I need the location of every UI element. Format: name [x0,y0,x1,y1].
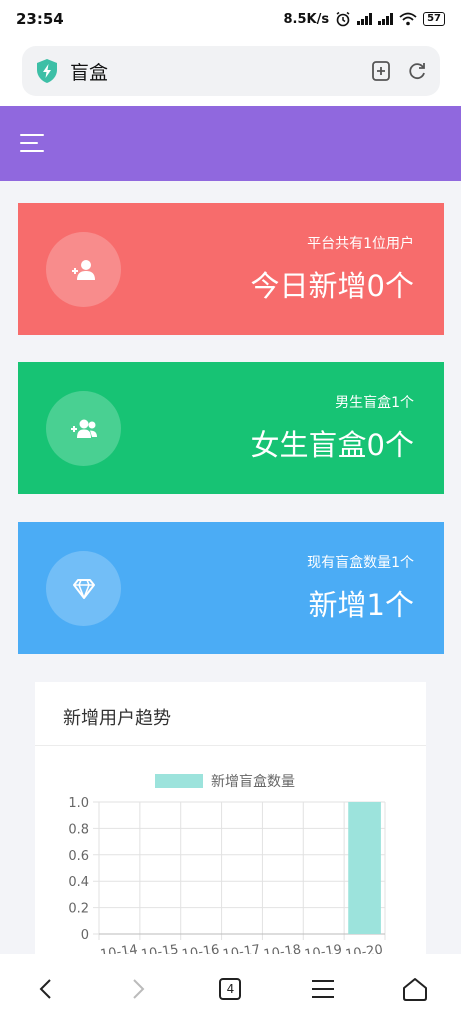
trend-chart: 新增盲盒数量00.20.40.60.81.010-14 10-15 10-16 10-… [68,773,386,963]
browser-bar: 盲盒 [0,38,461,106]
forward-button[interactable] [116,967,160,1011]
chevron-right-icon [133,979,145,999]
card-value: 今日新增0个 [250,269,414,303]
alarm-icon [336,11,350,27]
card-icon-circle [46,551,121,626]
y-tick-label: 0.8 [68,822,89,837]
tab-count: 4 [219,978,242,1000]
y-tick-label: 0 [81,928,89,943]
panel-title: 新增用户趋势 [63,708,171,729]
refresh-icon[interactable] [406,60,428,82]
menu-lines-icon [311,980,334,998]
status-right: 8.5K/s 57 [283,11,445,27]
bookmark-add-icon[interactable] [370,60,392,82]
user-stats-card: 平台共有1位用户 今日新增0个 [18,203,444,335]
signal-icon-1 [357,13,373,25]
card-subtitle: 平台共有1位用户 [307,236,414,252]
legend-label: 新增盲盒数量 [211,773,295,790]
chevron-left-icon [39,979,51,999]
chart-bar [348,802,381,934]
legend-swatch [155,774,203,788]
y-tick-label: 1.0 [68,796,89,811]
trend-panel: 新增用户趋势 新增盲盒数量 0 0.2 0.4 0.6 0.8 1.0 10-14 10-15 1… [35,682,426,972]
y-tick-label: 0.4 [68,875,89,890]
menu-icon[interactable] [20,134,44,152]
status-bar: 23:54 8.5K/s 57 [0,0,461,38]
add-user-icon [71,259,95,280]
browser-bottom-nav: 4 [0,954,461,1024]
gender-stats-card: 男生盲盒1个 女生盲盒0个 [18,362,444,494]
signal-icon-2 [378,13,394,25]
status-time: 23:54 [16,10,64,28]
y-tick-label: 0.2 [68,902,89,917]
card-value: 女生盲盒0个 [250,428,414,462]
box-stats-card: 现有盲盒数量1个 新增1个 [18,522,444,654]
card-value: 新增1个 [308,588,414,622]
back-button[interactable] [24,967,68,1011]
tabs-button[interactable]: 4 [208,967,252,1011]
page-title: 盲盒 [70,61,109,84]
home-icon [402,978,427,1001]
battery-icon: 57 [423,12,445,26]
menu-button[interactable] [301,967,345,1011]
app-header [0,106,461,181]
card-icon-circle [46,391,121,466]
card-subtitle: 男生盲盒1个 [335,395,414,411]
network-speed: 8.5K/s [283,11,330,27]
card-icon-circle [46,232,121,307]
wifi-icon [399,12,417,26]
home-button[interactable] [393,967,437,1011]
card-subtitle: 现有盲盒数量1个 [307,555,414,571]
user-group-icon [70,419,97,438]
diamond-icon [72,578,95,599]
address-bar[interactable]: 盲盒 [22,46,440,96]
y-tick-label: 0.6 [68,849,89,864]
shield-icon [37,59,57,83]
